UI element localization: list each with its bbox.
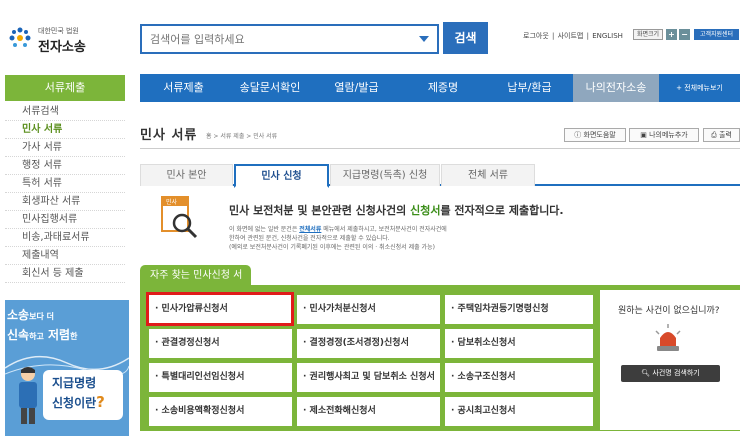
nav-my-lawsuit[interactable]: 나의전자소송 bbox=[573, 74, 659, 102]
printer-icon: ⎙ bbox=[711, 131, 717, 139]
banner-card-subtitle: 신청이란? bbox=[52, 393, 105, 411]
page-title: 민사 서류 bbox=[140, 128, 198, 143]
desc-text: 메뉴에서 제출하시고, 보전처분사건이 전자사건에 bbox=[321, 226, 447, 233]
fav-provisional-disposition[interactable]: · 민사가처분신청서 bbox=[297, 295, 440, 324]
all-documents-link[interactable]: 전체서류 bbox=[299, 226, 321, 233]
sidebar-menu: 서류검색 민사 서류 가사 서류 행정 서류 특허 서류 회생파산 서류 민사집… bbox=[5, 103, 125, 283]
logo-subtitle: 대한민국 법원 bbox=[38, 27, 79, 35]
banner-text: 하고 bbox=[29, 332, 44, 341]
sidebar-item-search[interactable]: 서류검색 bbox=[5, 103, 125, 121]
font-plus-button[interactable]: + bbox=[666, 29, 677, 40]
sidebar-item-reply[interactable]: 회신서 등 제출 bbox=[5, 265, 125, 283]
fav-housing-lease-order[interactable]: · 주택임차권등기명령신청 bbox=[445, 295, 593, 324]
screen-help-button[interactable]: ⓘ 화면도움말 bbox=[564, 128, 626, 142]
sidebar-item-bankruptcy[interactable]: 회생파산 서류 bbox=[5, 193, 125, 211]
add-my-menu-button[interactable]: ▣ 나의메뉴추가 bbox=[629, 128, 699, 142]
case-help-question: 원하는 사건이 없으십니까? bbox=[618, 306, 720, 316]
sidebar-item-family[interactable]: 가사 서류 bbox=[5, 139, 125, 157]
court-emblem-icon bbox=[9, 27, 31, 47]
screen-help-label: 화면도움말 bbox=[583, 131, 616, 139]
case-search-label: 사건명 검색하기 bbox=[652, 369, 700, 377]
site-logo[interactable]: 대한민국 법원 전자소송 bbox=[8, 24, 118, 55]
banner-text: 소송 bbox=[7, 308, 30, 322]
tab-civil-application[interactable]: 민사 신청 bbox=[234, 164, 329, 188]
nav-delivery[interactable]: 송달문서확인 bbox=[227, 74, 313, 102]
nav-all-menu[interactable]: + 전체메뉴보기 bbox=[659, 74, 740, 102]
font-size-label: 화면크기 bbox=[633, 29, 663, 40]
banner-text: 한 bbox=[70, 332, 78, 341]
logo-title: 전자소송 bbox=[38, 40, 86, 55]
title-divider bbox=[140, 148, 740, 149]
sidebar-item-execution[interactable]: 민사집행서류 bbox=[5, 211, 125, 229]
nav-payment[interactable]: 납부/환급 bbox=[486, 74, 573, 102]
fav-judgment-correction[interactable]: · 관결경정신청서 bbox=[149, 329, 292, 358]
menu-add-icon: ▣ bbox=[640, 131, 647, 139]
document-tabs: 민사 본안 민사 신청 지급명령(독촉) 신청 전체 서류 bbox=[140, 164, 740, 188]
document-magnifier-icon: 민사 bbox=[161, 196, 198, 239]
fav-pre-suit-settlement[interactable]: · 제소전화해신청서 bbox=[297, 397, 440, 426]
sidebar-title: 서류제출 bbox=[5, 75, 125, 101]
fav-public-notice[interactable]: · 공시최고신청서 bbox=[445, 397, 593, 426]
person-icon bbox=[19, 367, 37, 424]
banner-text: 저렴 bbox=[48, 328, 71, 342]
intro-text: 민사 보전처분 및 본안관련 신청사건의 신청서를 전자적으로 제출합니다. bbox=[229, 202, 564, 218]
intro-text-part: 를 전자적으로 제출합니다. bbox=[440, 204, 564, 217]
chevron-down-icon[interactable] bbox=[419, 36, 429, 42]
favorites-title: 자주 찾는 민사신청 서류 bbox=[140, 265, 251, 303]
payment-order-banner[interactable]: 소송보다 더 신속하고 저렴한 지급명령 신청이란? bbox=[5, 300, 129, 436]
nav-view-issue[interactable]: 열람/발급 bbox=[313, 74, 400, 102]
fav-special-agent[interactable]: · 특별대리인선임신청서 bbox=[149, 363, 292, 392]
print-button[interactable]: ⎙ 출력 bbox=[703, 128, 740, 142]
breadcrumb: 홈 > 서류 제출 > 민사 서류 bbox=[206, 133, 278, 140]
nav-submit[interactable]: 서류제출 bbox=[140, 74, 227, 102]
logout-link[interactable]: 로그아웃 bbox=[523, 32, 549, 40]
help-icon: ⓘ bbox=[574, 131, 582, 139]
intro-highlight: 신청서 bbox=[410, 204, 441, 217]
case-search-button[interactable]: 🔍︎ 사건명 검색하기 bbox=[621, 365, 720, 382]
tab-all-documents[interactable]: 전체 서류 bbox=[441, 164, 535, 186]
utility-links: 로그아웃 | 사이트맵 | ENGLISH bbox=[523, 32, 623, 40]
siren-lamp-icon bbox=[655, 324, 681, 351]
banner-text: 보다 더 bbox=[29, 312, 54, 321]
fav-decision-correction[interactable]: · 결정경정(조서경정)신청서 bbox=[297, 329, 440, 358]
nav-certificate[interactable]: 제증명 bbox=[400, 74, 486, 102]
desc-text: 이 화면에 없는 일반 문건은 bbox=[229, 226, 300, 233]
search-input[interactable] bbox=[142, 26, 402, 52]
doc-icon-label: 민사 bbox=[166, 198, 178, 206]
font-minus-button[interactable]: − bbox=[679, 29, 690, 40]
tab-payment-order[interactable]: 지급명령(독촉) 신청 bbox=[330, 164, 440, 186]
banner-card-title: 지급명령 bbox=[52, 376, 97, 390]
add-my-menu-label: 나의메뉴추가 bbox=[649, 131, 688, 139]
sidebar-item-non-contentious[interactable]: 비송,과태료서류 bbox=[5, 229, 125, 247]
question-mark: ? bbox=[96, 393, 105, 411]
customer-center-button[interactable]: 고객지원센터 bbox=[694, 29, 739, 40]
desc-text: 한하여 관련된 문건, 신청사건을 전자적으로 제출할 수 있습니다. bbox=[229, 235, 390, 242]
highlight-box bbox=[146, 292, 294, 326]
intro-text-part: 민사 보전처분 및 본안관련 신청사건의 bbox=[229, 204, 411, 217]
fav-security-cancel[interactable]: · 담보취소신청서 bbox=[445, 329, 593, 358]
main-nav: 서류제출 송달문서확인 열람/발급 제증명 납부/환급 나의전자소송 + 전체메… bbox=[140, 74, 740, 102]
sidebar-item-history[interactable]: 제출내역 bbox=[5, 247, 125, 265]
sitemap-link[interactable]: 사이트맵 bbox=[558, 32, 584, 40]
sidebar-item-administrative[interactable]: 행정 서류 bbox=[5, 157, 125, 175]
fav-litigation-cost[interactable]: · 소송비용액확정신청서 bbox=[149, 397, 292, 426]
banner-card-text: 신청이란 bbox=[52, 396, 97, 410]
fav-legal-aid[interactable]: · 소송구조신청서 bbox=[445, 363, 593, 392]
fav-rights-exercise[interactable]: · 권리행사최고 및 담보취소 신청서 bbox=[297, 363, 440, 392]
search-icon: 🔍︎ bbox=[641, 369, 651, 377]
desc-text: (예외로 보전처분사건이 기록폐기된 이후에는 관련된 이의 · 취소신청서 제… bbox=[229, 244, 435, 251]
english-link[interactable]: ENGLISH bbox=[592, 32, 623, 40]
search-button[interactable]: 검색 bbox=[443, 22, 488, 54]
search-box bbox=[140, 24, 439, 54]
tab-civil-main[interactable]: 민사 본안 bbox=[140, 164, 233, 186]
intro-description: 이 화면에 없는 일반 문건은 전체서류 메뉴에서 제출하시고, 보전처분사건이… bbox=[229, 225, 447, 252]
print-label: 출력 bbox=[718, 131, 732, 139]
sidebar-item-civil[interactable]: 민사 서류 bbox=[5, 121, 125, 139]
banner-text: 신속 bbox=[7, 328, 30, 342]
sidebar-item-patent[interactable]: 특허 서류 bbox=[5, 175, 125, 193]
